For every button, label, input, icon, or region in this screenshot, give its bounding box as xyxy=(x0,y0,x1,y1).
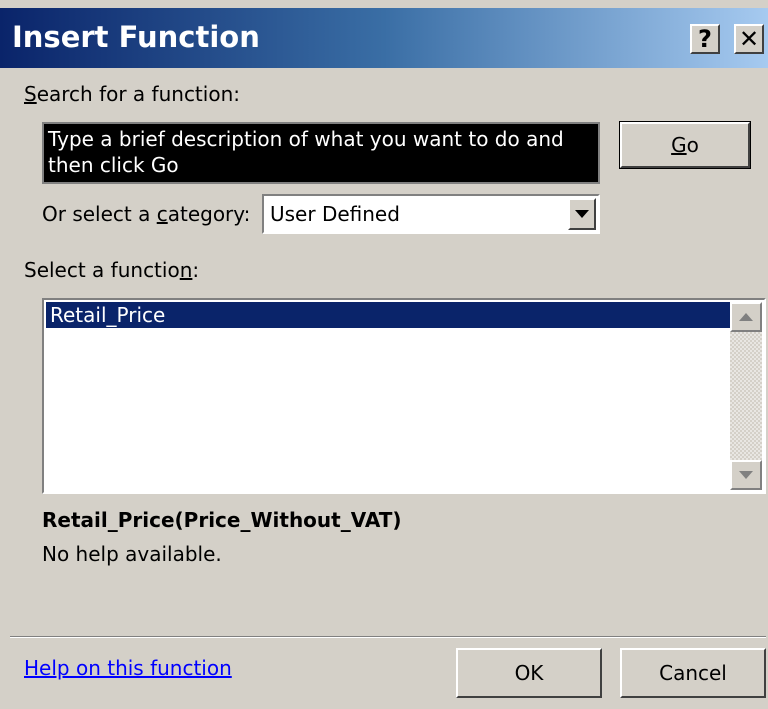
function-list-label-prefix: Select a functio xyxy=(24,258,180,282)
dialog-title: Insert Function xyxy=(12,20,260,54)
go-button-accel: G xyxy=(671,133,687,157)
insert-function-dialog: Insert Function ? ✕ Search for a functio… xyxy=(0,0,768,709)
search-label: Search for a function: xyxy=(24,82,240,106)
search-label-rest: earch for a function: xyxy=(36,82,240,106)
help-on-function-link[interactable]: Help on this function xyxy=(24,656,232,680)
go-button[interactable]: Go xyxy=(619,121,751,169)
function-description: No help available. xyxy=(42,542,222,566)
search-label-accel: S xyxy=(24,82,37,106)
close-icon[interactable]: ✕ xyxy=(734,24,764,54)
ok-button[interactable]: OK xyxy=(456,648,602,698)
function-list-label-rest: : xyxy=(192,258,200,282)
category-label: Or select a category: xyxy=(42,202,250,226)
function-list[interactable]: Retail_Price xyxy=(42,298,766,494)
list-item[interactable]: Retail_Price xyxy=(46,302,730,328)
category-label-rest: ategory: xyxy=(167,202,251,226)
search-input[interactable]: Type a brief description of what you wan… xyxy=(42,122,600,184)
function-list-label-accel: n xyxy=(179,258,193,282)
category-select[interactable]: User Defined xyxy=(262,194,600,234)
title-bar[interactable]: Insert Function ? ✕ xyxy=(0,8,768,68)
function-list-label: Select a function: xyxy=(24,258,199,282)
chevron-down-icon[interactable] xyxy=(568,198,596,230)
function-signature: Retail_Price(Price_Without_VAT) xyxy=(42,508,402,532)
divider xyxy=(10,636,766,638)
scroll-down-icon[interactable] xyxy=(730,460,762,490)
category-selected-value: User Defined xyxy=(270,202,400,226)
help-icon[interactable]: ? xyxy=(690,24,720,54)
vertical-scrollbar[interactable] xyxy=(730,302,762,490)
go-button-rest: o xyxy=(686,133,699,157)
cancel-button[interactable]: Cancel xyxy=(620,648,766,698)
category-label-prefix: Or select a xyxy=(42,202,157,226)
category-label-accel: c xyxy=(156,202,168,226)
scroll-up-icon[interactable] xyxy=(730,302,762,332)
